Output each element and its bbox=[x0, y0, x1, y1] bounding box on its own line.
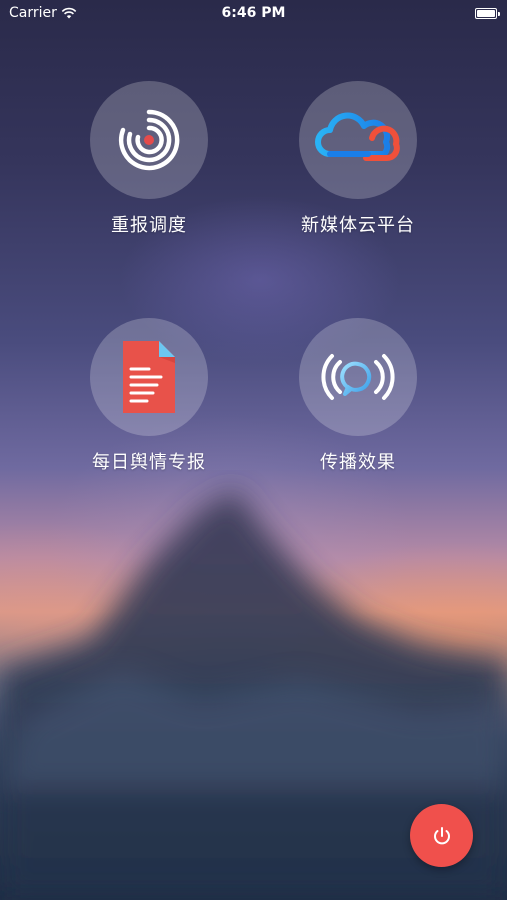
status-bar: Carrier 6:46 PM bbox=[0, 0, 507, 28]
menu-item-daily-report[interactable]: 每日舆情专报 bbox=[59, 318, 239, 474]
broadcast-icon bbox=[321, 354, 395, 400]
power-icon bbox=[433, 826, 450, 844]
cloud-icon bbox=[315, 112, 400, 161]
menu-item-label: 新媒体云平台 bbox=[301, 215, 415, 236]
status-time: 6:46 PM bbox=[221, 5, 286, 21]
menu-item-propagation-effect[interactable]: 传播效果 bbox=[268, 318, 448, 474]
battery-icon bbox=[475, 8, 497, 19]
menu-icon-circle bbox=[299, 81, 417, 199]
menu-item-label: 重报调度 bbox=[111, 215, 187, 236]
menu-item-label: 传播效果 bbox=[320, 452, 396, 473]
menu-icon-circle bbox=[90, 318, 208, 436]
power-button[interactable] bbox=[410, 804, 473, 867]
menu-item-new-media-cloud[interactable]: 新媒体云平台 bbox=[268, 81, 448, 237]
menu-icon-circle bbox=[299, 318, 417, 436]
menu-item-dispatch[interactable]: 重报调度 bbox=[59, 81, 239, 237]
radar-icon bbox=[118, 109, 180, 171]
menu-icon-circle bbox=[90, 81, 208, 199]
document-icon bbox=[123, 341, 175, 413]
menu-item-label: 每日舆情专报 bbox=[92, 452, 206, 473]
